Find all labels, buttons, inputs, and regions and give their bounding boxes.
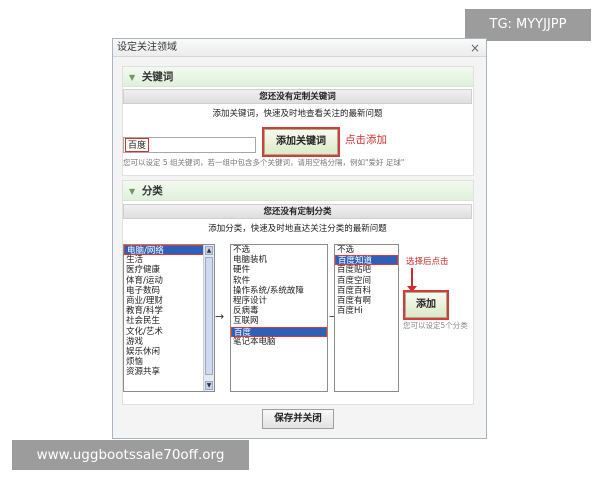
list-item[interactable]: 电脑装机 — [231, 255, 327, 265]
list-item[interactable]: 游戏 — [124, 337, 214, 347]
list-item[interactable]: 烦恼 — [124, 357, 214, 367]
list-item[interactable]: 医疗健康 — [124, 265, 214, 275]
keyword-empty-notice: 您还没有定制关键词 — [123, 89, 472, 104]
list-item[interactable]: 百度百科 — [335, 286, 398, 296]
category-section-header[interactable]: ▼ 分类 — [123, 181, 473, 201]
list-item[interactable]: 百度贴吧 — [335, 265, 398, 275]
keyword-hint: 您可以设定 5 组关键词，若一组中包含多个关键词，请用空格分隔，例如"爱好 足球… — [123, 158, 405, 167]
scroll-thumb[interactable] — [205, 257, 213, 375]
category-sub-notice: 添加分类，快速及时地直达关注分类的最新问题 — [208, 224, 387, 234]
category-list-secondary-items: 不选 电脑装机 硬件 软件 操作系统/系统故障 程序设计 反病毒 互联网 百度 笔记本电脑 — [231, 245, 327, 347]
category-section-title: 分类 — [141, 185, 163, 197]
dialog-title: 设定关注领域 — [117, 42, 177, 53]
list-item[interactable]: 不选 — [335, 245, 398, 255]
list-item[interactable]: 百度知道 — [335, 255, 398, 266]
category-list-secondary[interactable]: 不选 电脑装机 硬件 软件 操作系统/系统故障 程序设计 反病毒 互联网 百度 笔记本电脑 — [230, 244, 328, 392]
add-keyword-button[interactable]: 添加关键词 — [262, 127, 340, 157]
click-add-annotation: 点击添加 — [345, 134, 387, 146]
list-item[interactable]: 文化/艺术 — [124, 327, 214, 337]
scroll-up-icon[interactable]: ▲ — [205, 246, 213, 255]
watermark-bottom-left: www.uggbootssale70off.org — [12, 440, 249, 470]
watermark-top-right: TG: MYYJJPP — [465, 9, 591, 41]
collapse-triangle-icon: ▼ — [129, 73, 136, 82]
category-empty-notice: 您还没有定制分类 — [123, 204, 472, 219]
add-category-button[interactable]: 添加 — [403, 290, 449, 320]
list-item[interactable]: 笔记本电脑 — [231, 337, 327, 347]
category-list-primary[interactable]: 电脑/网络 生活 医疗健康 体育/运动 电子数码 商业/理财 教育/科学 社会民生 文化/艺术游… — [123, 244, 215, 392]
scroll-down-icon[interactable]: ▼ — [205, 381, 213, 390]
category-list-primary-items: 电脑/网络 生活 医疗健康 体育/运动 电子数码 商业/理财 教育/科学 社会民生 文化/艺术游… — [124, 245, 214, 377]
list-item[interactable]: 电子数码 — [124, 286, 214, 296]
keyword-input-value: 百度 — [125, 138, 150, 152]
list-item[interactable]: 资源共享 — [124, 367, 214, 377]
collapse-triangle-icon: ▼ — [129, 187, 136, 196]
list-item[interactable]: 生活 — [124, 255, 214, 265]
category-list-tertiary-items: 不选 百度知道 百度贴吧 百度空间 百度百科 百度有啊 百度Hi — [335, 245, 398, 316]
category-count-hint: 您可以设定5个分类 — [403, 321, 468, 330]
list-item[interactable]: 娱乐休闲 — [124, 347, 214, 357]
list-item[interactable]: 百度空间 — [335, 276, 398, 286]
list-item[interactable]: 体育/运动 — [124, 276, 214, 286]
close-icon[interactable]: × — [470, 39, 480, 57]
list-item[interactable]: 软件 — [231, 276, 327, 286]
list-item[interactable]: 社会民生 — [124, 316, 214, 326]
list-item[interactable]: 百度有啊 — [335, 296, 398, 306]
list-item[interactable]: 百度Hi — [335, 306, 398, 316]
list-item[interactable]: 电脑/网络 — [124, 245, 214, 256]
list-item[interactable]: 百度 — [231, 326, 327, 338]
save-and-close-button[interactable]: 保存并关闭 — [262, 409, 334, 429]
scrollbar[interactable]: ▲ ▼ — [203, 245, 214, 391]
list-item[interactable]: 不选 — [231, 245, 327, 255]
arrow-right-icon: → — [215, 310, 225, 323]
list-item[interactable]: 教育/科学 — [124, 306, 214, 316]
red-arrow-shaft — [411, 268, 413, 288]
list-item[interactable]: 操作系统/系统故障 — [231, 286, 327, 296]
keyword-section-title: 关键词 — [141, 71, 174, 83]
select-then-click-annotation: 选择后点击 — [406, 257, 449, 267]
list-item[interactable]: 反病毒 — [231, 306, 327, 316]
keyword-section-header[interactable]: ▼ 关键词 — [123, 67, 473, 87]
screenshot-stage: TG: MYYJJPP 设定关注领域 × ▼ 关键词 您还没有定制关键词 添加关… — [0, 0, 600, 480]
list-item[interactable]: 程序设计 — [231, 296, 327, 306]
category-list-tertiary[interactable]: 不选 百度知道 百度贴吧 百度空间 百度百科 百度有啊 百度Hi — [334, 244, 399, 392]
list-item[interactable]: 商业/理财 — [124, 296, 214, 306]
list-item[interactable]: 硬件 — [231, 265, 327, 275]
dialog-titlebar: 设定关注领域 × — [113, 39, 486, 57]
keyword-sub-notice: 添加关键词，快速及时地查看关注的最新问题 — [212, 109, 383, 119]
keyword-input[interactable]: 百度 — [123, 137, 256, 153]
list-item[interactable]: 互联网 — [231, 316, 327, 326]
